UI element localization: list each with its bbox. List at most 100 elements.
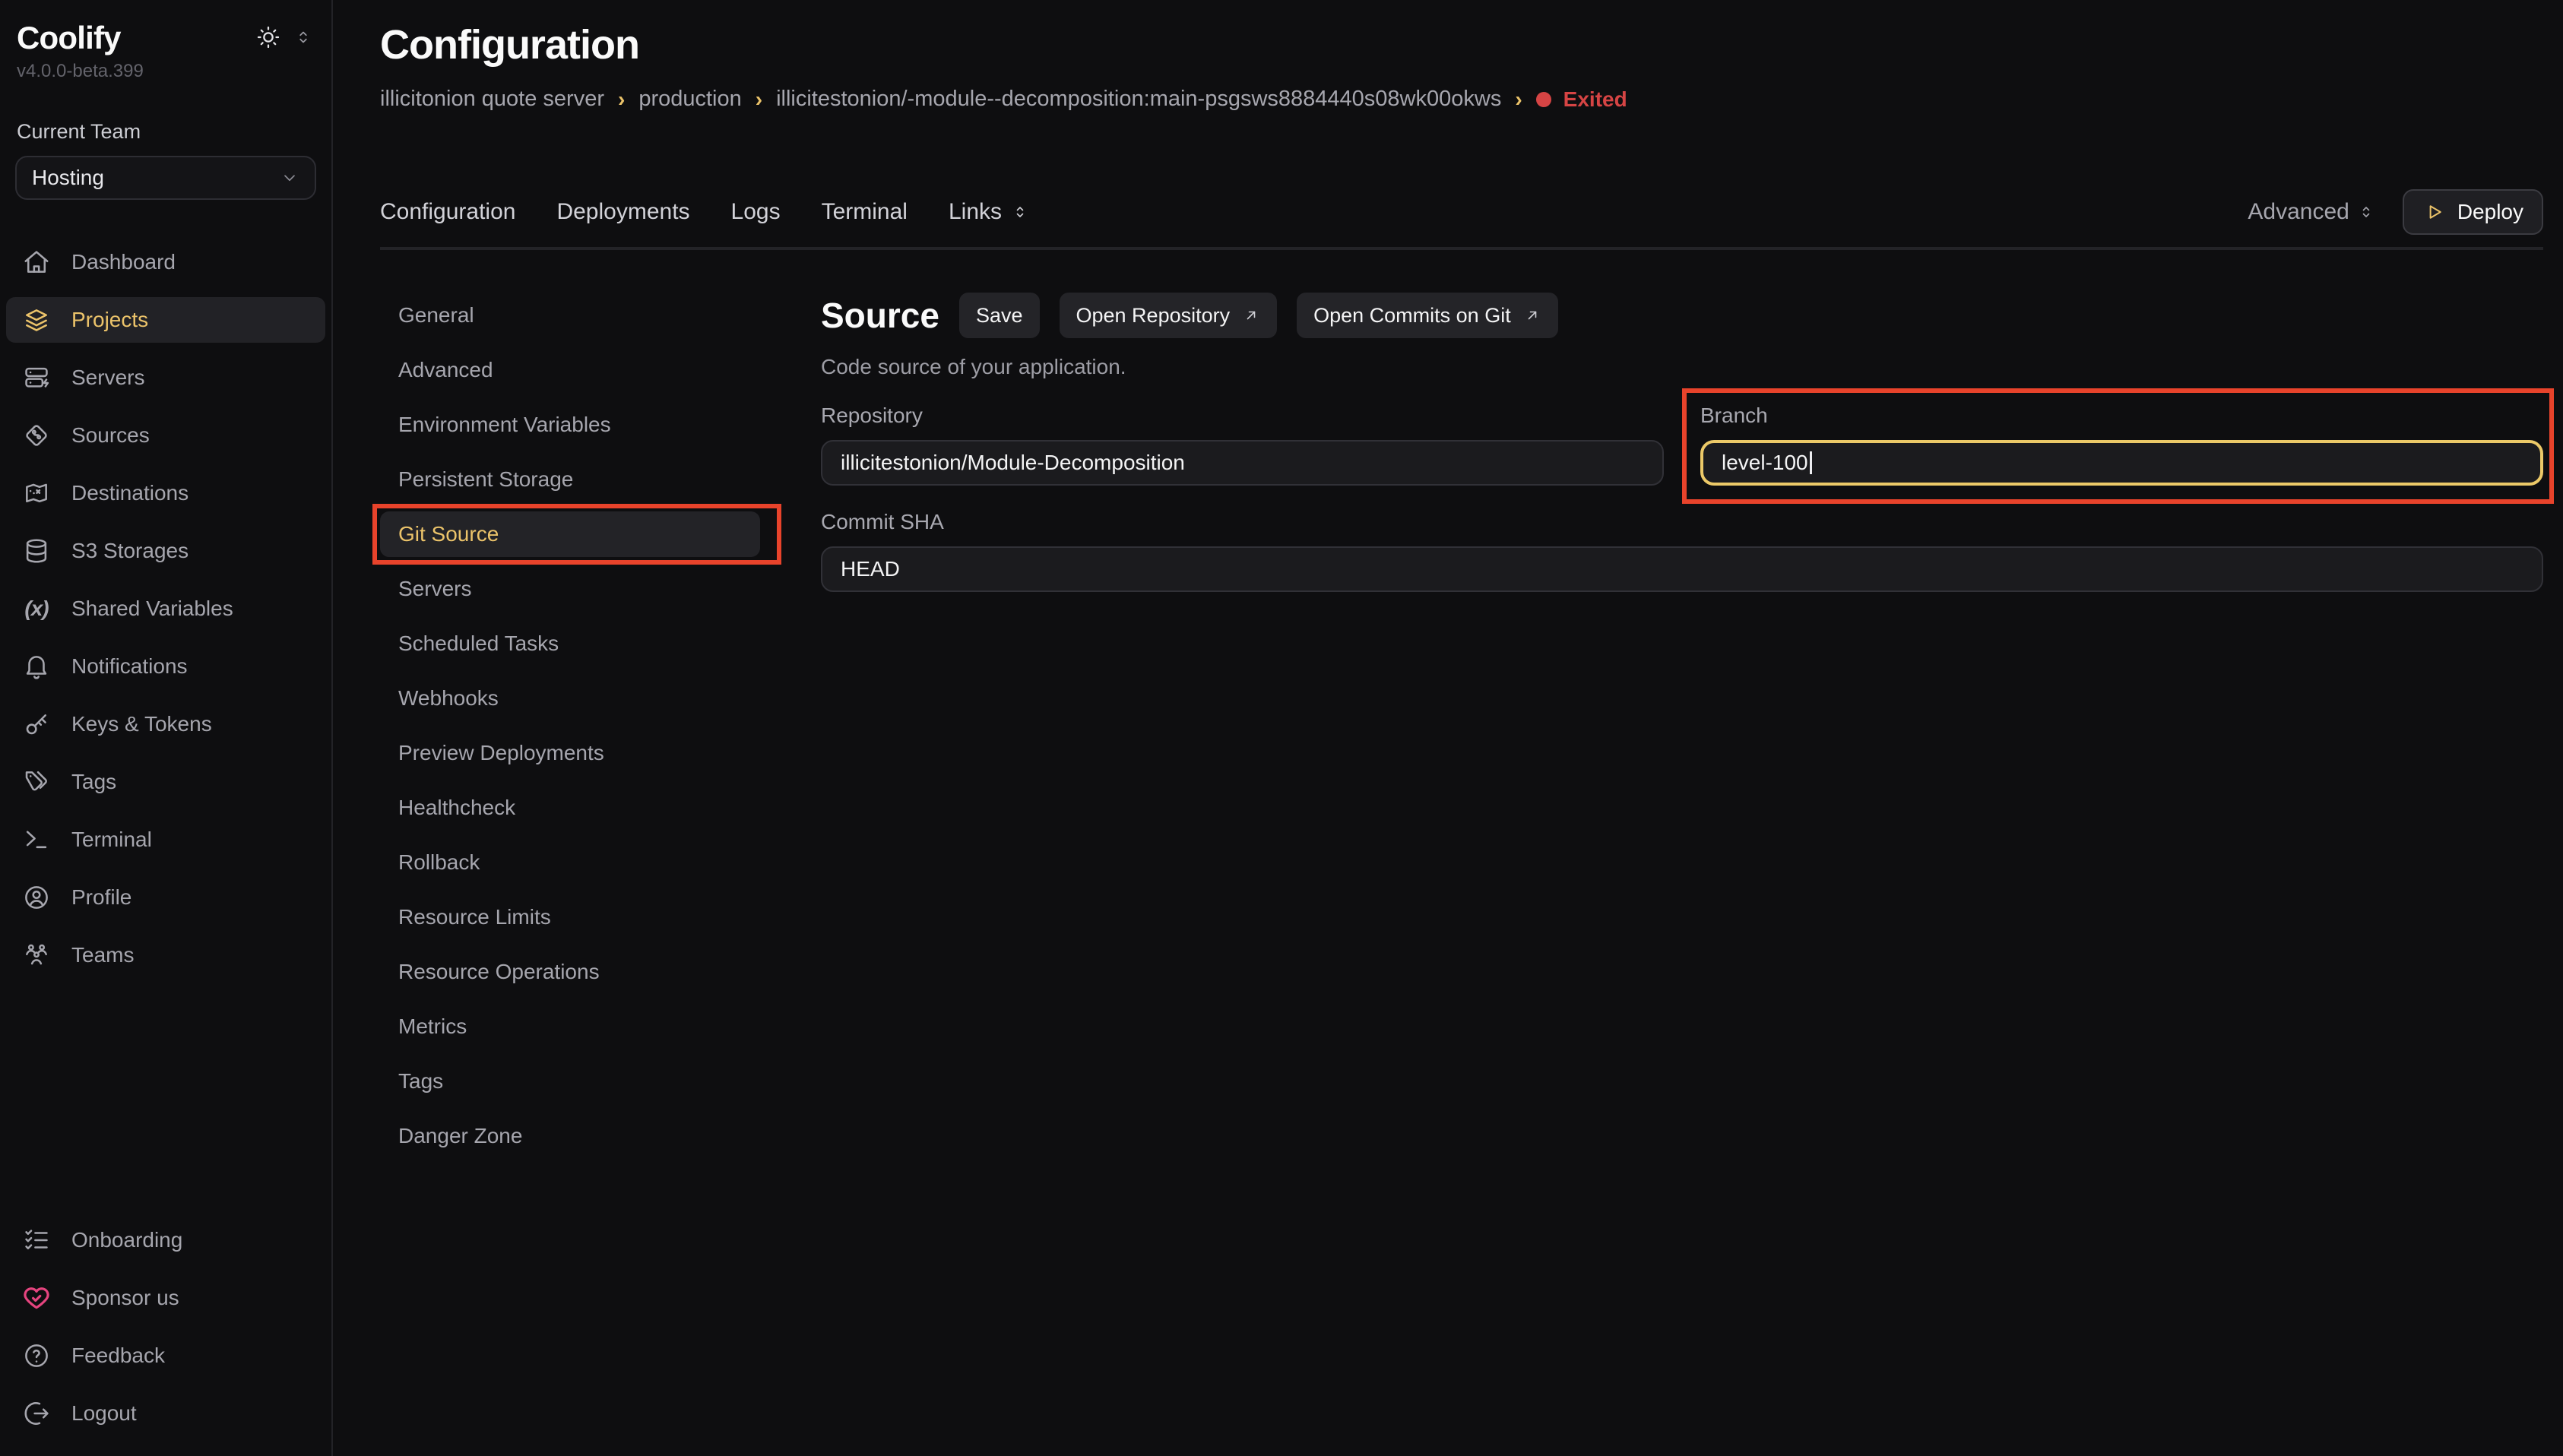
status-dot-icon <box>1536 92 1551 107</box>
tab-deployments[interactable]: Deployments <box>556 199 689 225</box>
save-button[interactable]: Save <box>959 293 1040 338</box>
map-icon <box>21 478 52 508</box>
deploy-label: Deploy <box>2457 200 2523 224</box>
subnav-item-danger-zone[interactable]: Danger Zone <box>380 1113 760 1159</box>
bell-icon <box>21 651 52 682</box>
repository-field: Repository illicitestonion/Module-Decomp… <box>821 404 1664 486</box>
breadcrumb-project[interactable]: illicitonion quote server <box>380 87 604 112</box>
tabs: Configuration Deployments Logs Terminal … <box>380 199 1029 225</box>
sidebar-item-onboarding[interactable]: Onboarding <box>6 1217 325 1263</box>
text-caret <box>1810 451 1812 474</box>
sidebar-item-label: S3 Storages <box>71 539 189 563</box>
open-repository-label: Open Repository <box>1076 304 1231 328</box>
branch-label: Branch <box>1700 404 2543 428</box>
open-commits-button[interactable]: Open Commits on Git <box>1297 293 1558 338</box>
terminal-icon <box>21 825 52 855</box>
sidebar-item-logout[interactable]: Logout <box>6 1391 325 1436</box>
help-circle-icon <box>21 1340 52 1371</box>
chevrons-up-down-icon <box>2357 203 2375 221</box>
subnav-item-resource-operations[interactable]: Resource Operations <box>380 949 760 995</box>
sidebar-item-label: Profile <box>71 885 131 910</box>
sidebar-item-sponsor-us[interactable]: Sponsor us <box>6 1275 325 1321</box>
sidebar-item-tags[interactable]: Tags <box>6 759 325 805</box>
commit-sha-input[interactable]: HEAD <box>821 546 2543 592</box>
tab-links-label: Links <box>949 199 1002 225</box>
breadcrumb-separator: › <box>1515 87 1522 112</box>
repository-label: Repository <box>821 404 1664 428</box>
sidebar-item-keys-tokens[interactable]: Keys & Tokens <box>6 701 325 747</box>
sidebar-item-label: Feedback <box>71 1344 165 1368</box>
open-commits-label: Open Commits on Git <box>1313 304 1511 328</box>
main-content: Configuration illicitonion quote server … <box>333 0 2563 1456</box>
section-title: Source <box>821 295 939 336</box>
subnav-item-git-source[interactable]: Git Source <box>380 511 760 557</box>
sidebar-item-label: Onboarding <box>71 1228 182 1252</box>
subnav-item-servers[interactable]: Servers <box>380 566 760 612</box>
server-icon <box>21 362 52 393</box>
subnav-item-rollback[interactable]: Rollback <box>380 840 760 885</box>
subnav-item-environment-variables[interactable]: Environment Variables <box>380 402 760 448</box>
sidebar-item-profile[interactable]: Profile <box>6 875 325 920</box>
chevrons-up-down-icon[interactable] <box>293 27 313 47</box>
page-title: Configuration <box>380 21 2543 68</box>
sidebar-item-label: Sponsor us <box>71 1286 179 1310</box>
tab-terminal[interactable]: Terminal <box>822 199 908 225</box>
sidebar-item-shared-variables[interactable]: (x) Shared Variables <box>6 586 325 631</box>
layers-icon <box>21 305 52 335</box>
subnav-item-label: Git Source <box>398 522 499 546</box>
sidebar-item-projects[interactable]: Projects <box>6 297 325 343</box>
sidebar-item-sources[interactable]: Sources <box>6 413 325 458</box>
breadcrumb-separator: › <box>618 87 625 112</box>
subnav-item-general[interactable]: General <box>380 293 760 338</box>
git-icon <box>21 420 52 451</box>
open-repository-button[interactable]: Open Repository <box>1060 293 1278 338</box>
database-icon <box>21 536 52 566</box>
sidebar: Coolify v4.0.0-beta.399 Current Team Hos… <box>0 0 333 1456</box>
subnav-item-resource-limits[interactable]: Resource Limits <box>380 894 760 940</box>
subnav-item-advanced[interactable]: Advanced <box>380 347 760 393</box>
sidebar-item-notifications[interactable]: Notifications <box>6 644 325 689</box>
subnav-item-webhooks[interactable]: Webhooks <box>380 676 760 721</box>
subnav-item-scheduled-tasks[interactable]: Scheduled Tasks <box>380 621 760 666</box>
config-subnav: General Advanced Environment Variables P… <box>380 293 760 1456</box>
sidebar-item-destinations[interactable]: Destinations <box>6 470 325 516</box>
sidebar-item-teams[interactable]: Teams <box>6 932 325 978</box>
sidebar-item-servers[interactable]: Servers <box>6 355 325 400</box>
breadcrumb-environment[interactable]: production <box>638 87 741 112</box>
subnav-item-persistent-storage[interactable]: Persistent Storage <box>380 457 760 502</box>
commit-sha-value: HEAD <box>841 557 900 581</box>
sidebar-item-feedback[interactable]: Feedback <box>6 1333 325 1378</box>
tags-icon <box>21 767 52 797</box>
heart-hands-icon <box>21 1283 52 1313</box>
sun-icon[interactable] <box>255 24 281 50</box>
subnav-item-preview-deployments[interactable]: Preview Deployments <box>380 730 760 776</box>
section-description: Code source of your application. <box>821 355 2543 379</box>
home-icon <box>21 247 52 277</box>
tab-links[interactable]: Links <box>949 199 1029 225</box>
external-link-icon <box>1523 306 1541 324</box>
breadcrumb-resource[interactable]: illicitestonion/-module--decomposition:m… <box>776 87 1501 112</box>
current-team-label: Current Team <box>0 120 331 144</box>
play-icon <box>2422 201 2445 223</box>
sidebar-item-s3-storages[interactable]: S3 Storages <box>6 528 325 574</box>
sidebar-item-label: Notifications <box>71 654 188 679</box>
sidebar-item-label: Keys & Tokens <box>71 712 212 736</box>
branch-input[interactable]: level-100 <box>1700 440 2543 486</box>
sidebar-item-dashboard[interactable]: Dashboard <box>6 239 325 285</box>
deploy-button[interactable]: Deploy <box>2403 189 2543 235</box>
commit-sha-label: Commit SHA <box>821 510 2543 534</box>
tab-logs[interactable]: Logs <box>731 199 781 225</box>
advanced-dropdown[interactable]: Advanced <box>2248 199 2374 225</box>
subnav-item-metrics[interactable]: Metrics <box>380 1004 760 1049</box>
sidebar-item-terminal[interactable]: Terminal <box>6 817 325 863</box>
subnav-item-healthcheck[interactable]: Healthcheck <box>380 785 760 831</box>
repository-input[interactable]: illicitestonion/Module-Decomposition <box>821 440 1664 486</box>
team-select[interactable]: Hosting <box>15 156 316 200</box>
app-logo: Coolify <box>17 20 121 56</box>
sidebar-item-label: Teams <box>71 943 134 967</box>
subnav-item-tags[interactable]: Tags <box>380 1059 760 1104</box>
sidebar-item-label: Tags <box>71 770 116 794</box>
commit-sha-field: Commit SHA HEAD <box>821 510 2543 592</box>
tab-configuration[interactable]: Configuration <box>380 199 515 225</box>
sidebar-item-label: Terminal <box>71 828 152 852</box>
